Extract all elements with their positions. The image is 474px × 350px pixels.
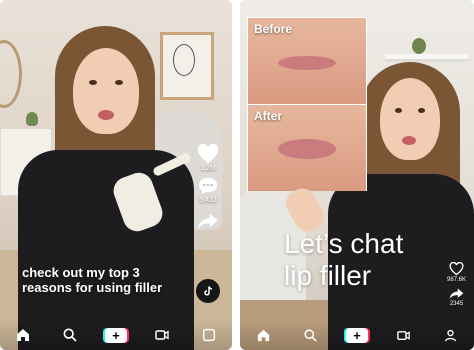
presenter-eye xyxy=(418,108,425,113)
nav-profile[interactable] xyxy=(198,324,220,346)
presenter-mouth xyxy=(402,136,416,145)
presenter-eye xyxy=(89,80,97,85)
comment-button[interactable]: 5,432 xyxy=(197,176,219,204)
action-rail: 987.6K 2345 xyxy=(447,262,466,311)
presenter-eye xyxy=(115,80,123,85)
tiktok-note-icon xyxy=(204,286,213,296)
plus-icon: + xyxy=(353,327,361,343)
before-after-image: Before After xyxy=(247,17,367,191)
like-button[interactable]: 1.2M xyxy=(197,144,219,172)
action-rail: 1.2M 5,432 xyxy=(197,144,219,234)
nav-search[interactable] xyxy=(59,324,81,346)
presenter-eye xyxy=(395,108,402,113)
wall-shelf xyxy=(385,54,469,59)
profile-icon xyxy=(202,328,215,342)
nav-inbox[interactable] xyxy=(151,324,173,346)
title-line-2: lip filler xyxy=(284,260,372,291)
share-button[interactable] xyxy=(197,212,219,230)
comment-icon xyxy=(198,177,218,195)
presenter-mouth xyxy=(98,110,114,120)
search-icon xyxy=(63,328,77,342)
presenter-face xyxy=(380,78,440,160)
search-icon xyxy=(304,328,317,342)
video-inbox-icon xyxy=(155,330,170,340)
nav-create[interactable]: + xyxy=(104,324,127,346)
lips-before xyxy=(278,56,336,70)
presenter-face xyxy=(73,48,139,134)
sound-disc-button[interactable] xyxy=(196,279,220,303)
video-post-left[interactable]: 1.2M 5,432 check out my top 3 reasons fo… xyxy=(0,0,232,350)
after-label: After xyxy=(254,109,283,123)
nav-profile[interactable] xyxy=(440,324,462,346)
plant xyxy=(26,112,38,126)
like-count: 987.6K xyxy=(447,277,467,283)
home-icon xyxy=(257,329,270,341)
video-title: Let’s chat lip filler xyxy=(284,228,474,292)
comment-count: 5,432 xyxy=(199,197,217,204)
share-button[interactable]: 2345 xyxy=(449,287,464,307)
nav-home[interactable] xyxy=(252,324,274,346)
like-count: 1.2M xyxy=(200,165,216,172)
video-caption: check out my top 3 reasons for using fil… xyxy=(22,265,163,295)
plus-icon: + xyxy=(112,327,120,343)
share-count: 2345 xyxy=(449,301,464,307)
before-panel: Before xyxy=(248,18,366,104)
video-post-right[interactable]: Before After Let’s chat lip filler 987.6… xyxy=(240,0,474,350)
nav-create[interactable]: + xyxy=(345,324,368,346)
heart-icon xyxy=(197,144,219,164)
nav-inbox[interactable] xyxy=(393,324,415,346)
bottom-nav: + xyxy=(0,320,232,350)
home-icon xyxy=(17,329,30,341)
share-icon xyxy=(198,213,218,229)
create-button[interactable]: + xyxy=(104,327,127,343)
plant xyxy=(412,38,426,54)
video-inbox-icon xyxy=(397,330,411,340)
title-line-1: Let’s chat xyxy=(284,228,404,259)
bottom-nav: + xyxy=(240,320,474,350)
share-icon xyxy=(449,288,464,299)
heart-outline-icon xyxy=(449,262,464,276)
wall-art-face xyxy=(173,44,195,76)
before-label: Before xyxy=(254,22,293,36)
create-button[interactable]: + xyxy=(345,327,368,343)
nav-search[interactable] xyxy=(299,324,321,346)
nav-home[interactable] xyxy=(12,324,34,346)
like-button[interactable]: 987.6K xyxy=(447,262,466,283)
after-panel: After xyxy=(248,104,366,191)
profile-icon xyxy=(444,329,457,341)
lips-after xyxy=(278,139,336,159)
